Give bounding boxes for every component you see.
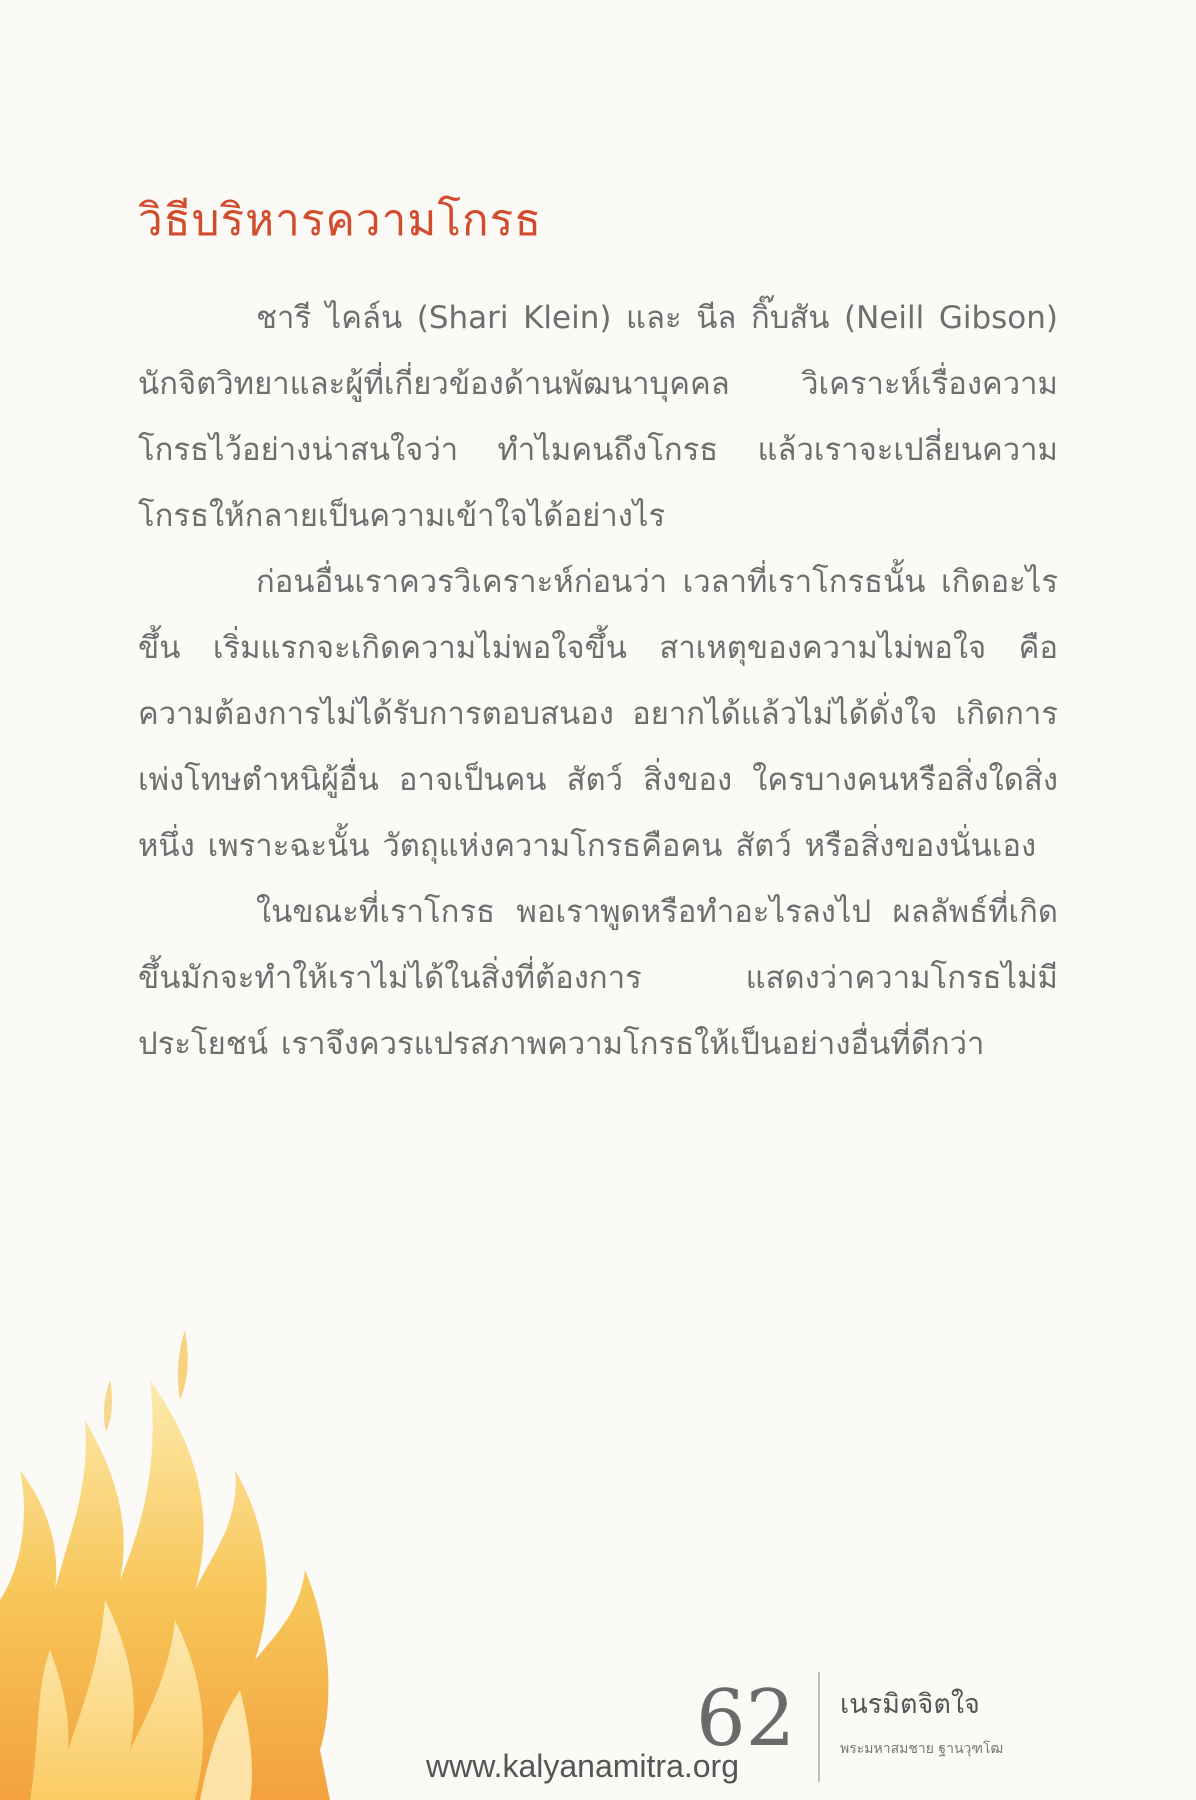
flame-illustration-icon [0, 1330, 330, 1800]
book-author: พระมหาสมชาย ฐานวุฑโฒ [840, 1741, 1004, 1757]
footer-divider [818, 1672, 820, 1782]
section-title: วิธีบริหารความโกรธ [138, 195, 543, 246]
page-number: 62 [696, 1674, 796, 1764]
paragraph-1: ชารี ไคล์น (Shari Klein) และ นีล กิ๊บสัน… [138, 300, 1058, 534]
watermark-url: www.kalyanamitra.org [426, 1748, 739, 1784]
body-text: ชารี ไคล์น (Shari Klein) และ นีล กิ๊บสัน… [138, 285, 1058, 1077]
paragraph-2: ก่อนอื่นเราควรวิเคราะห์ก่อนว่า เวลาที่เร… [138, 564, 1058, 864]
paragraph-3: ในขณะที่เราโกรธ พอเราพูดหรือทำอะไรลงไป ผ… [138, 894, 1058, 1062]
book-title: เนรมิตจิตใจ [840, 1689, 980, 1720]
book-page: วิธีบริหารความโกรธ ชารี ไคล์น (Shari Kle… [0, 0, 1196, 1800]
